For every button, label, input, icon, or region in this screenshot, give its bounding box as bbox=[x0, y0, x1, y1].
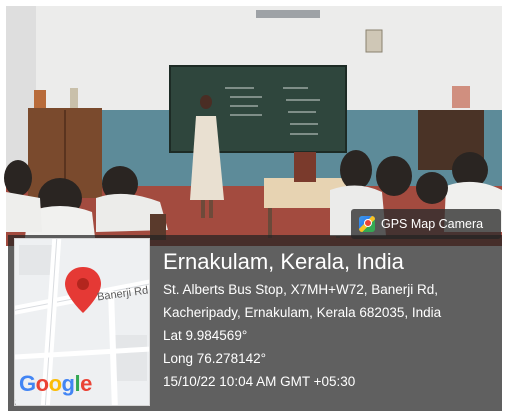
address-line-1: St. Alberts Bus Stop, X7MH+W72, Banerji … bbox=[163, 282, 438, 297]
location-title: Ernakulam, Kerala, India bbox=[163, 249, 404, 274]
badge-text: GPS Map Camera bbox=[381, 217, 484, 231]
map-thumbnail: Banerji Rd Kuttappan Rd Google bbox=[14, 238, 150, 406]
longitude-text: Long 76.278142° bbox=[163, 351, 266, 366]
timestamp-text: 15/10/22 10:04 AM GMT +05:30 bbox=[163, 374, 356, 389]
latitude-text: Lat 9.984569° bbox=[163, 328, 248, 343]
google-logo: Google bbox=[19, 371, 92, 396]
address-line-2: Kacheripady, Ernakulam, Kerala 682035, I… bbox=[163, 305, 442, 320]
gps-map-camera-icon bbox=[359, 216, 375, 232]
